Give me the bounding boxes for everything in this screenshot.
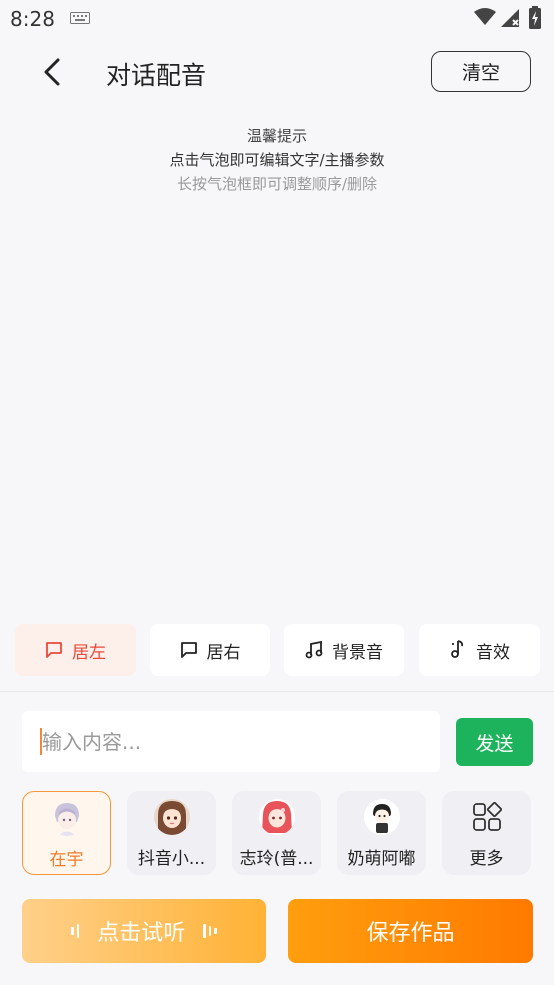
wifi-icon	[474, 8, 496, 25]
chevron-left-icon	[44, 58, 60, 86]
music-note-icon	[305, 641, 323, 659]
more-voices-button[interactable]: 更多	[442, 791, 531, 875]
mode-align-left-button[interactable]: 居左	[15, 624, 136, 676]
signal-icon	[501, 9, 519, 27]
keyboard-icon	[70, 12, 90, 24]
sound-effect-button[interactable]: 音效	[419, 624, 540, 676]
chat-bubble-icon	[180, 642, 197, 658]
mode-label: 居左	[72, 642, 106, 663]
mode-label: 背景音	[332, 642, 383, 663]
tip-title: 温馨提示	[246, 127, 307, 145]
battery-charging-icon	[529, 6, 541, 29]
voice-card-naimeng[interactable]: 奶萌阿嘟	[337, 791, 426, 875]
preview-listen-button[interactable]: 点击试听	[22, 899, 266, 963]
divider	[0, 691, 554, 692]
background-music-button[interactable]: 背景音	[284, 624, 404, 676]
voice-selector: 在宇 抖音小... 志玲(普... 奶萌阿嘟 更多	[22, 791, 533, 875]
text-caret	[40, 728, 42, 755]
avatar	[49, 800, 85, 836]
tips-panel: 温馨提示 点击气泡即可编辑文字/主播参数 长按气泡框即可调整顺序/删除	[0, 124, 554, 196]
mode-align-right-button[interactable]: 居右	[150, 624, 270, 676]
voice-name: 奶萌阿嘟	[347, 849, 416, 869]
tip-reorder-hint: 长按气泡框即可调整顺序/删除	[176, 175, 378, 193]
tip-edit-hint: 点击气泡即可编辑文字/主播参数	[169, 151, 385, 169]
voice-card-zhiling[interactable]: 志玲(普...	[232, 791, 321, 875]
sound-wave-icon	[203, 924, 217, 938]
page-title: 对话配音	[106, 61, 207, 90]
avatar	[363, 799, 400, 835]
grid-more-icon	[469, 799, 505, 835]
avatar	[153, 799, 190, 835]
sound-effect-icon	[451, 640, 464, 658]
voice-name: 更多	[469, 849, 504, 869]
status-bar: 8:28	[0, 0, 554, 36]
header: 对话配音 清空	[0, 44, 554, 100]
listen-label: 点击试听	[97, 921, 186, 946]
clear-button[interactable]: 清空	[431, 51, 531, 92]
status-time: 8:28	[10, 7, 55, 31]
send-button[interactable]: 发送	[456, 718, 533, 766]
bubble-mode-row: 居左 居右 背景音 音效	[15, 624, 540, 676]
mode-label: 音效	[476, 642, 510, 663]
sound-wave-icon	[71, 924, 80, 938]
avatar	[258, 799, 295, 835]
save-work-button[interactable]: 保存作品	[288, 899, 533, 963]
chat-bubble-icon	[46, 642, 62, 658]
voice-name: 在宇	[49, 850, 84, 870]
back-button[interactable]	[34, 52, 70, 92]
voice-name: 志玲(普...	[239, 849, 314, 869]
voice-card-douyin[interactable]: 抖音小...	[127, 791, 216, 875]
mode-label: 居右	[206, 642, 241, 663]
voice-card-zaiyu[interactable]: 在宇	[22, 791, 111, 875]
text-input-box[interactable]	[22, 711, 440, 772]
content-input[interactable]	[22, 711, 440, 772]
voice-name: 抖音小...	[137, 849, 206, 869]
